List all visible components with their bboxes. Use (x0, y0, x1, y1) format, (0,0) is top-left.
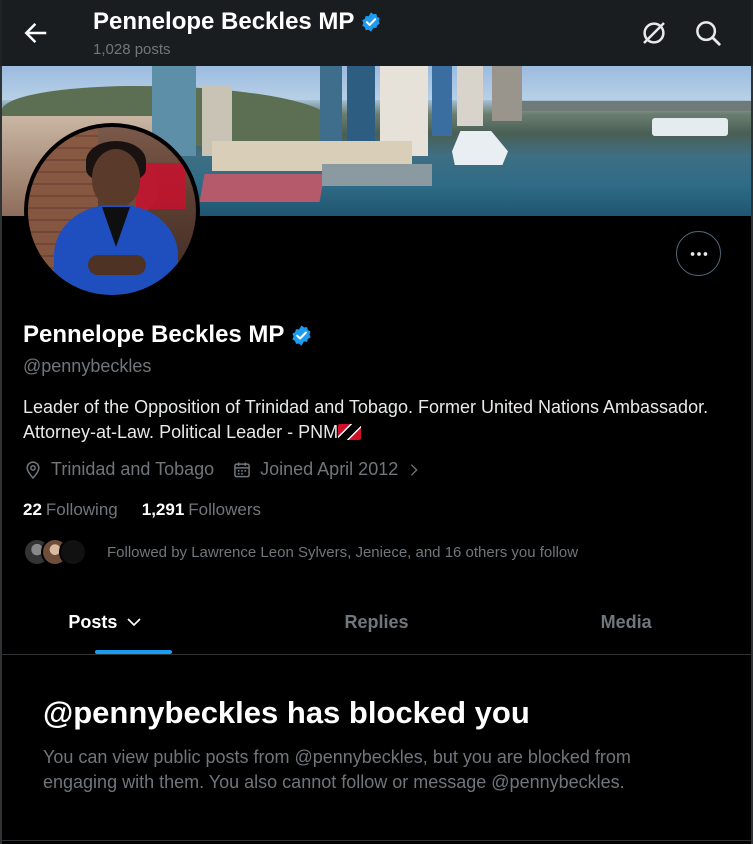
blocked-title: @pennybeckles has blocked you (43, 695, 530, 730)
grok-icon[interactable] (639, 18, 669, 48)
active-tab-indicator (95, 650, 172, 654)
following-count: 22 (23, 500, 42, 519)
joined-item[interactable]: Joined April 2012 (232, 459, 422, 480)
joined-text: Joined April 2012 (260, 459, 399, 479)
profile-bio-text: Leader of the Opposition of Trinidad and… (23, 397, 709, 442)
following-link[interactable]: 22 Following (23, 500, 118, 520)
followers-count: 1,291 (141, 500, 185, 519)
chevron-right-icon (411, 463, 418, 476)
tab-replies-label: Replies (344, 611, 409, 632)
followers-link[interactable]: 1,291 Followers (142, 500, 261, 520)
header-title-row: Pennelope Beckles MP (93, 8, 382, 36)
profile-bio: Leader of the Opposition of Trinidad and… (23, 395, 713, 445)
profile-name-row: Pennelope Beckles MP (23, 321, 313, 349)
tab-media[interactable]: Media (501, 590, 751, 654)
location-item: Trinidad and Tobago (23, 459, 214, 480)
chevron-down-icon (127, 618, 141, 627)
tab-media-label: Media (600, 611, 652, 632)
header-title: Pennelope Beckles MP (93, 8, 355, 35)
follow-stats: 22 Following 1,291 Followers (23, 500, 261, 520)
followed-by-text: Followed by Lawrence Leon Sylvers, Jenie… (107, 543, 579, 561)
back-arrow-icon[interactable] (20, 18, 50, 48)
blocked-message: You can view public posts from @pennybec… (43, 747, 631, 792)
profile-tabs: Posts Replies Media (2, 590, 751, 655)
followed-by-row[interactable]: Followed by Lawrence Leon Sylvers, Jenie… (23, 538, 578, 566)
calendar-icon (234, 462, 250, 477)
header-posts-count: 1,028 posts (93, 41, 171, 58)
following-label: Following (45, 500, 118, 519)
followers-label: Followers (188, 500, 262, 519)
tab-posts-label: Posts (68, 611, 118, 632)
profile-name: Pennelope Beckles MP (23, 321, 285, 348)
profile-meta: Trinidad and Tobago Joined April 2012 (23, 459, 440, 480)
verified-badge-icon (362, 12, 381, 32)
tab-posts[interactable]: Posts (2, 590, 252, 654)
more-options-button[interactable] (676, 231, 721, 276)
verified-badge-icon[interactable] (290, 324, 313, 347)
search-icon[interactable] (693, 18, 723, 48)
top-bar: Pennelope Beckles MP 1,028 posts (0, 0, 753, 66)
follower-avatar (59, 538, 87, 566)
avatar[interactable] (24, 123, 200, 299)
divider (2, 840, 751, 841)
tab-replies[interactable]: Replies (252, 590, 502, 654)
location-text: Trinidad and Tobago (51, 459, 215, 479)
more-icon (690, 251, 707, 256)
location-icon (26, 460, 40, 479)
profile-handle: @pennybeckles (23, 356, 152, 376)
trinidad-flag-emoji (338, 424, 362, 440)
